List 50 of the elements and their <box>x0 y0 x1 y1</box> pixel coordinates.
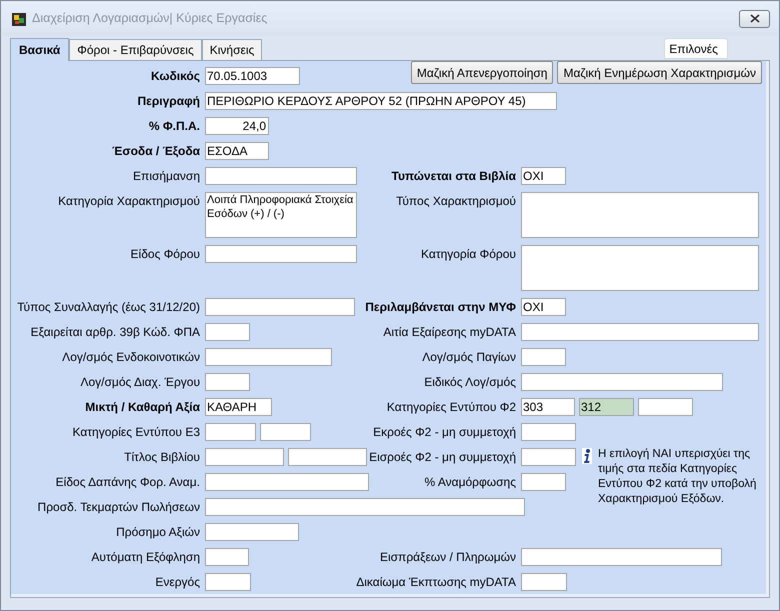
field-label: Λογ/σμός Ενδοκοινοτικών <box>61 349 200 366</box>
field-label: Επισήμανση <box>132 168 200 185</box>
field-label: % Αναμόρφωσης <box>424 474 516 491</box>
field-label: % Φ.Π.Α. <box>148 118 200 135</box>
input-field[interactable]: ΚΑΘΑΡΗ <box>205 398 272 416</box>
field-label: Δικαίωμα Έκπτωσης myDATA <box>356 574 516 591</box>
input-field[interactable]: ΠΕΡΙΘΩΡΙΟ ΚΕΡΔΟΥΣ ΑΡΘΡΟΥ 52 (ΠΡΩΗΝ ΑΡΘΡΟΥ 45) <box>205 92 557 110</box>
field-label: Εξαιρείται αρθρ. 39β Κώδ. ΦΠΑ <box>30 324 200 341</box>
field-label: Τύπος Συναλλαγής (έως 31/12/20) <box>16 299 200 316</box>
field-label: Μικτή / Καθαρή Αξία <box>84 399 200 416</box>
field-label: Εισπράξεων / Πληρωμών <box>380 549 516 566</box>
field-label: Τύπος Χαρακτηρισμού <box>396 193 516 210</box>
info-note: Η επιλογή ΝΑΙ υπερισχύει της τιμής στα πεδία Κατηγορίες Εντύπου Φ2 κατά την υποβολή Χαρακτηρισμού Εξόδων. <box>598 447 758 507</box>
field-label: Κατηγορία Φόρου <box>421 246 516 263</box>
field-label: Λογ/σμός Παγίων <box>422 349 516 366</box>
field-label: Προσδ. Τεκμαρτών Πωλήσεων <box>36 499 200 516</box>
action-button[interactable]: Μαζική Απενεργοποίηση <box>410 61 554 84</box>
tab[interactable]: Φόροι - Επιβαρύνσεις <box>69 39 202 60</box>
input-field[interactable]: 70.05.1003 <box>205 67 300 85</box>
field-label: Αυτόματη Εξόφληση <box>90 549 200 566</box>
field-label: Ειδικός Λογ/σμός <box>424 374 516 391</box>
field-label: Τυπώνεται στα Βιβλία <box>392 168 516 185</box>
field-label: Κατηγορίες Εντύπου Φ2 <box>386 399 516 416</box>
input-field[interactable]: 24,0 <box>205 117 269 135</box>
window-title: Διαχείριση Λογαριασμών| Κύριες Εργασίες <box>32 10 268 28</box>
options-tab[interactable]: Επιλονές <box>664 38 728 59</box>
field-label: Είδος Φόρου <box>130 246 200 263</box>
input-field[interactable]: ΕΣΟΔΑ <box>205 142 269 160</box>
field-label: Εισροές Φ2 - μη συμμετοχή <box>369 449 516 466</box>
field-label: Ενεργός <box>154 574 200 591</box>
field-label: Κωδικός <box>150 68 200 85</box>
field-label: Εκροές Φ2 - μη συμμετοχή <box>373 424 516 441</box>
field-label: Κατηγορίες Εντύπου Ε3 <box>71 424 200 441</box>
action-button[interactable]: Μαζική Ενημέρωση Χαρακτηρισμών <box>557 61 762 84</box>
input-field[interactable]: OXI <box>521 167 566 185</box>
field-label: Αιτία Εξαίρεσης myDATA <box>383 324 516 341</box>
tab[interactable]: Βασικά <box>10 38 70 61</box>
tab[interactable]: Κινήσεις <box>202 39 262 60</box>
field-label: Περιλαμβάνεται στην ΜΥΦ <box>365 299 516 316</box>
input-field[interactable]: 303 <box>521 398 575 416</box>
input-field[interactable]: 312 <box>579 398 634 416</box>
field-label: Κατηγορία Χαρακτηρισμού <box>57 193 200 210</box>
field-label: Λογ/σμός Διαχ. Έργου <box>79 374 200 391</box>
text-area[interactable]: Λοιπά Πληροφοριακά Στοιχεία Εσόδων (+) / (-) <box>205 192 357 238</box>
field-label: Πρόσημο Αξιών <box>115 524 200 541</box>
input-field[interactable]: OXI <box>521 298 566 316</box>
field-label: Περιγραφή <box>136 93 200 110</box>
field-label: Τίτλος Βιβλίου <box>123 449 200 466</box>
field-label: Έσοδα / Έξοδα <box>111 143 200 160</box>
field-label: Είδος Δαπάνης Φορ. Αναμ. <box>54 474 200 491</box>
